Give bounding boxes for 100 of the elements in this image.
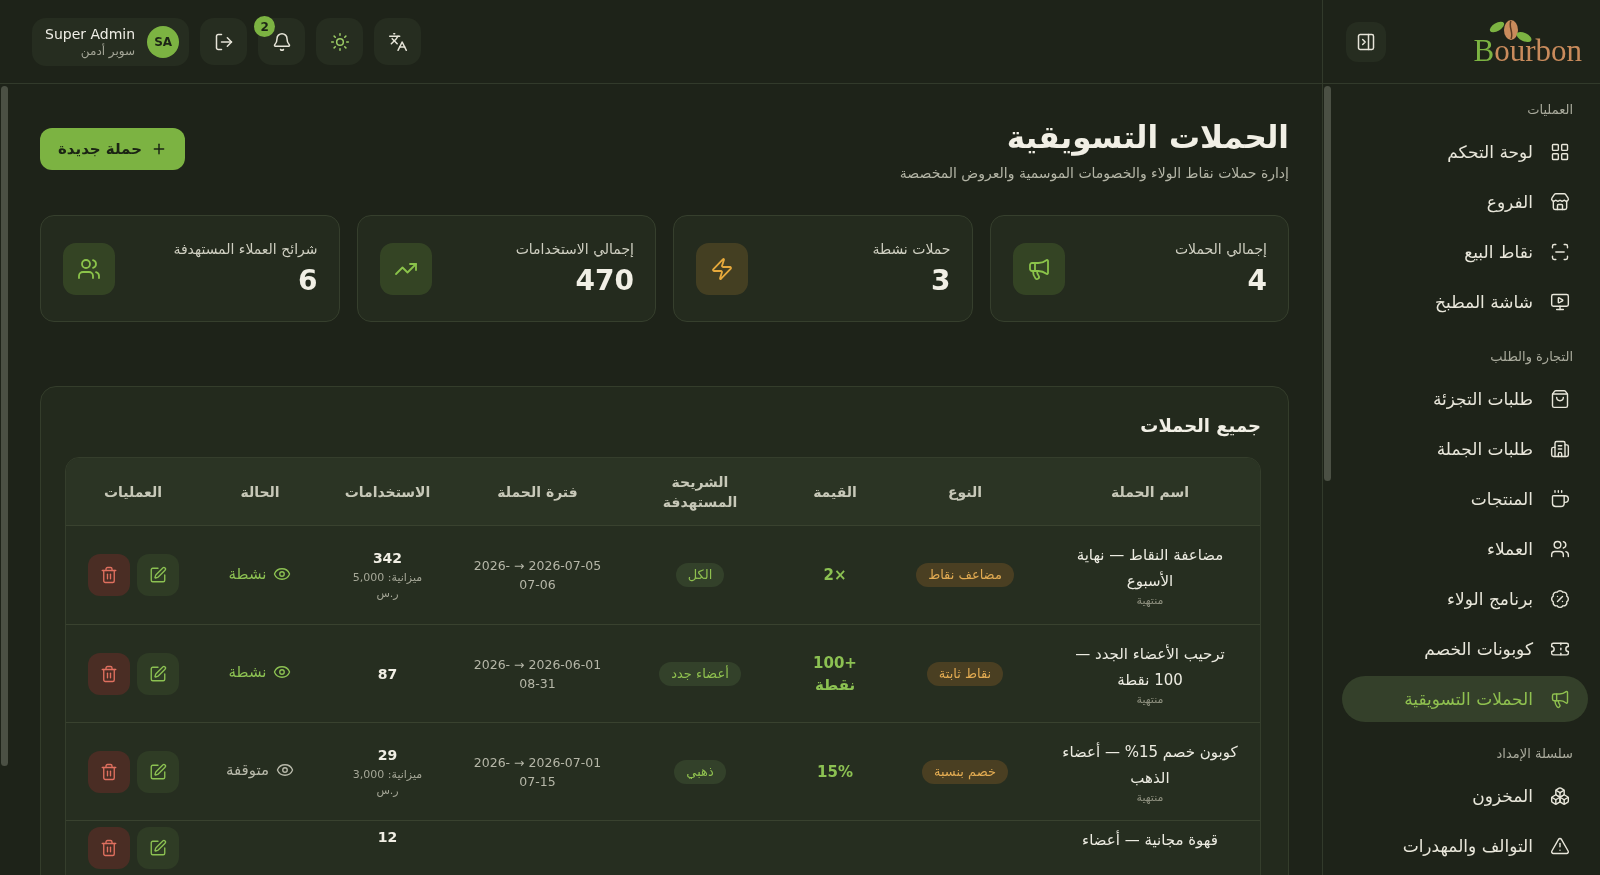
column-header: الاستخدامات bbox=[320, 458, 455, 526]
trash-icon bbox=[99, 762, 118, 781]
delete-button[interactable] bbox=[87, 827, 130, 869]
sidebar-section-title: سلسلة الإمداد bbox=[1495, 746, 1574, 762]
usage-count: 12 bbox=[376, 828, 399, 847]
period-text: 2026-07-05 → 2026-07-06 bbox=[472, 557, 603, 594]
boxes-icon bbox=[1550, 786, 1570, 806]
pencil-icon bbox=[148, 762, 167, 781]
budget-text: ميزانية: 5,000 ر.س bbox=[351, 570, 424, 602]
stat-value: 3 bbox=[931, 263, 951, 298]
column-header: الشريحة المستهدفة bbox=[620, 458, 780, 526]
column-header: العمليات bbox=[66, 458, 200, 526]
sidebar-item[interactable]: طلبات الجملة bbox=[1342, 426, 1588, 472]
edit-button[interactable] bbox=[136, 652, 179, 695]
stat-label: شرائح العملاء المستهدفة bbox=[173, 239, 318, 258]
sidebar-section-title: العمليات bbox=[1526, 102, 1574, 118]
period-text: 2026-06-01 → 2026-08-31 bbox=[472, 655, 603, 693]
building-icon bbox=[1550, 439, 1570, 459]
eye-icon bbox=[276, 761, 295, 779]
campaign-name: كوبون خصم 15% — أعضاء الذهب bbox=[1061, 741, 1239, 789]
type-label: مضاعف نقاط bbox=[916, 563, 1014, 587]
scrollbar-thumb[interactable] bbox=[1, 86, 8, 766]
percent-badge-icon bbox=[1550, 589, 1570, 609]
usage-count: 87 bbox=[376, 664, 399, 684]
brand-name: Bourbon bbox=[1473, 34, 1582, 67]
stat-label: حملات نشطة bbox=[872, 239, 951, 258]
sidebar-item[interactable]: التوالف والمهدرات bbox=[1342, 823, 1588, 869]
value-text: 15% bbox=[816, 761, 854, 783]
type-label: خصم بنسبة bbox=[921, 759, 1009, 784]
pencil-icon bbox=[148, 664, 167, 683]
budget-text: ميزانية: 3,000 ر.س bbox=[351, 766, 424, 799]
usage-count: 342 bbox=[371, 549, 404, 568]
users-icon bbox=[1550, 539, 1570, 559]
sidebar-item[interactable]: الحملات التسويقية bbox=[1342, 676, 1588, 722]
value-text: +100 نقطة bbox=[812, 652, 858, 696]
monitor-icon bbox=[1550, 292, 1570, 312]
logout-icon bbox=[213, 31, 234, 52]
translate-icon bbox=[387, 31, 408, 52]
page-title: الحملات التسويقية bbox=[1006, 118, 1289, 156]
campaign-name: قهوة مجانية — أعضاء bbox=[1081, 829, 1219, 851]
type-label: نقاط ثابتة bbox=[926, 661, 1004, 686]
edit-button[interactable] bbox=[136, 554, 179, 596]
sidebar-item[interactable]: لوحة التحكم bbox=[1342, 129, 1588, 175]
stat-label: إجمالي الاستخدامات bbox=[515, 239, 634, 258]
store-icon bbox=[1550, 192, 1570, 212]
eye-icon bbox=[273, 663, 292, 681]
user-avatar: SA bbox=[147, 25, 180, 58]
edit-button[interactable] bbox=[136, 827, 179, 869]
user-name: Super Admin bbox=[45, 24, 136, 43]
sidebar-item[interactable]: برنامج الولاء bbox=[1342, 576, 1588, 622]
campaign-state: منتهية bbox=[1135, 692, 1165, 707]
sidebar-item[interactable]: المخزون bbox=[1342, 773, 1588, 819]
sidebar-item[interactable]: العملاء bbox=[1342, 526, 1588, 572]
coffee-cup-icon bbox=[1550, 489, 1570, 509]
column-header: النوع bbox=[890, 458, 1040, 526]
scrollbar-thumb[interactable] bbox=[1324, 86, 1331, 481]
edit-button[interactable] bbox=[136, 750, 179, 793]
segment-label: أعضاء جدد bbox=[659, 661, 741, 686]
trash-icon bbox=[99, 839, 118, 857]
status-label: نشطة bbox=[228, 662, 292, 682]
page-subtitle: إدارة حملات نقاط الولاء والخصومات الموسمية والعروض المخصصة bbox=[899, 164, 1289, 182]
sidebar-toggle-button[interactable] bbox=[1346, 21, 1386, 62]
theme-toggle-button[interactable] bbox=[316, 18, 364, 65]
logout-button[interactable] bbox=[200, 18, 248, 65]
user-role: سوبر أدمن bbox=[80, 42, 136, 59]
trash-icon bbox=[99, 664, 118, 683]
notification-badge: 2 bbox=[254, 16, 276, 37]
usage-count: 29 bbox=[376, 745, 399, 765]
shopping-bag-icon bbox=[1550, 389, 1570, 409]
new-campaign-button[interactable]: حملة جديدة bbox=[40, 128, 185, 170]
status-label: متوقفة bbox=[225, 760, 295, 780]
sidebar-item[interactable]: شاشة المطبخ bbox=[1342, 279, 1588, 325]
bell-icon bbox=[271, 31, 292, 52]
stat-value: 6 bbox=[298, 263, 318, 298]
sidebar-item[interactable]: نقاط البيع bbox=[1342, 229, 1588, 275]
grid-icon bbox=[1550, 142, 1570, 162]
stat-label: إجمالي الحملات bbox=[1174, 239, 1267, 258]
delete-button[interactable] bbox=[87, 750, 130, 793]
scan-icon bbox=[1550, 242, 1570, 262]
sidebar-item[interactable]: الفروع bbox=[1342, 179, 1588, 225]
column-header: القيمة bbox=[780, 458, 890, 526]
delete-button[interactable] bbox=[87, 652, 130, 695]
campaign-name: مضاعفة النقاط — نهاية الأسبوع bbox=[1075, 545, 1225, 592]
trash-icon bbox=[99, 566, 118, 584]
pencil-icon bbox=[148, 566, 167, 584]
section-title: جميع الحملات bbox=[1139, 414, 1261, 438]
warning-icon bbox=[1550, 836, 1570, 856]
sidebar-item[interactable]: كوبونات الخصم bbox=[1342, 626, 1588, 672]
sidebar-item[interactable]: المنتجات bbox=[1342, 476, 1588, 522]
column-header: اسم الحملة bbox=[1040, 458, 1260, 526]
ticket-icon bbox=[1550, 639, 1570, 659]
pencil-icon bbox=[148, 839, 167, 857]
stat-value: 4 bbox=[1247, 263, 1267, 298]
period-text: 2026-07-01 → 2026-07-15 bbox=[472, 753, 603, 791]
delete-button[interactable] bbox=[87, 554, 130, 596]
column-header: الحالة bbox=[200, 458, 320, 526]
sidebar-item[interactable]: طلبات التجزئة bbox=[1342, 376, 1588, 422]
language-button[interactable] bbox=[374, 18, 422, 65]
panel-icon bbox=[1356, 31, 1376, 52]
segment-label: الكل bbox=[675, 563, 725, 587]
